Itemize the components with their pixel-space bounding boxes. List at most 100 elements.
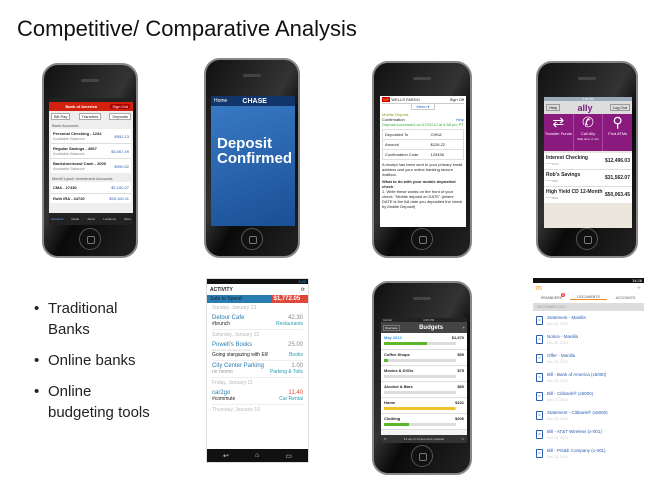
document-row[interactable]: c Bill - PG&E Company (x-001) Dec 23, 2013 bbox=[533, 444, 644, 463]
success-message: Deposit successful on 07/01/12 at 5:58 p… bbox=[382, 122, 464, 127]
budget-row[interactable]: May 2012 $1,670 bbox=[381, 333, 467, 350]
transfer-funds-tile[interactable]: ⇄ Transfer Funds bbox=[544, 114, 574, 151]
tab-reminders[interactable]: REMINDERS 8 bbox=[533, 292, 570, 300]
document-row[interactable]: c Statement - Manilla Dec 30, 2013 bbox=[533, 311, 644, 330]
document-icon: c bbox=[536, 392, 543, 401]
document-icon: c bbox=[536, 411, 543, 420]
slide-title: Competitive/ Comparative Analysis bbox=[17, 16, 357, 41]
refresh-icon[interactable]: ⟳ bbox=[301, 287, 305, 293]
transaction-row[interactable]: Powell's Books 25.00 spent from Anniversar… bbox=[212, 340, 303, 361]
account-row[interactable]: Regular Savings - 4567 Available Balance $… bbox=[51, 144, 131, 159]
budget-row[interactable]: Coffee Shops $59 bbox=[381, 350, 467, 366]
budgets-title: Budgets bbox=[419, 324, 444, 331]
bill-pay-button[interactable]: Bill Pay bbox=[51, 113, 71, 120]
deposit-confirmed-message: Deposit Confirmed bbox=[217, 135, 292, 167]
account-row[interactable]: Roth IRA - 44720 $33,100.11 bbox=[51, 194, 131, 203]
tab-deals[interactable]: Deals bbox=[72, 217, 80, 221]
section-label: Merrill Lynch Investment Accounts bbox=[52, 176, 113, 181]
bofa-screen: Bank of America Sign Out Bill Pay Transf… bbox=[49, 98, 133, 225]
budgets-screen: Carrier 4:45 PM Overview Budgets + May 20… bbox=[381, 318, 467, 443]
tab-locations[interactable]: Locations bbox=[103, 217, 116, 221]
tab-documents[interactable]: DOCUMENTS bbox=[570, 295, 607, 300]
sign-off-button[interactable]: Sign Off bbox=[450, 97, 464, 102]
account-row[interactable]: Personal Checking - 1234 Available Balanc… bbox=[51, 129, 131, 144]
document-row[interactable]: c Notice - Manilla Dec 30, 2013 bbox=[533, 330, 644, 349]
tab-accounts[interactable]: ACCOUNTS bbox=[607, 296, 644, 300]
chase-logo: CHASE bbox=[242, 97, 267, 105]
home-button[interactable]: Home bbox=[214, 98, 227, 104]
activity-screen: 3:22 ACTIVITY ⟳ Safe to Spend $1,772.05 S… bbox=[206, 278, 309, 463]
tab-accounts[interactable]: Accounts bbox=[51, 217, 63, 221]
account-row[interactable]: Interest Checking *****0123 $12,496.03 bbox=[544, 153, 632, 170]
tab-alerts[interactable]: Alerts bbox=[87, 217, 95, 221]
budget-row[interactable]: Movies & DVDs $75 bbox=[381, 366, 467, 382]
recent-apps-icon[interactable]: ▭ bbox=[285, 452, 292, 460]
budget-progress-bar bbox=[384, 375, 456, 378]
budget-progress-fill bbox=[384, 407, 455, 410]
menu-button[interactable]: Menu ▾ bbox=[411, 103, 435, 110]
document-row[interactable]: c Bill - AT&T Wireless (x-001) Dec 23, 201… bbox=[533, 425, 644, 444]
budget-progress-bar bbox=[384, 359, 456, 362]
budget-progress-fill bbox=[384, 342, 428, 345]
document-icon: c bbox=[536, 449, 543, 458]
transfers-button[interactable]: Transfers bbox=[78, 113, 102, 120]
budget-row[interactable]: Home $101 bbox=[381, 398, 467, 414]
section-header: DECEMBER 2013 bbox=[533, 303, 644, 311]
account-row[interactable]: BankAmericard Cash - 2000 Available Balan… bbox=[51, 159, 131, 173]
section-label: Bank Accounts bbox=[52, 123, 79, 128]
reminders-badge: 8 bbox=[561, 292, 565, 297]
overview-button[interactable]: Overview bbox=[383, 324, 400, 331]
back-icon[interactable]: ↩ bbox=[223, 452, 229, 460]
edit-icon[interactable]: ✎ bbox=[461, 437, 464, 441]
document-icon: c bbox=[536, 354, 543, 363]
add-icon[interactable]: + bbox=[637, 285, 641, 292]
document-row[interactable]: c Bill - Citibank® (x5000) Dec 23, 2013 bbox=[533, 387, 644, 406]
location-pin-icon: ⚲ bbox=[612, 114, 623, 130]
account-row[interactable]: High Yield CD 12-Month *****8901 $50,063.4… bbox=[544, 187, 632, 203]
budget-row[interactable]: Alcohol & Bars $80 bbox=[381, 382, 467, 398]
log-out-button[interactable]: Log Out bbox=[609, 104, 630, 111]
document-icon: c bbox=[536, 373, 543, 382]
document-row[interactable]: c Statement - Citibank® (x6000) Dec 23, 20… bbox=[533, 406, 644, 425]
budget-progress-bar bbox=[384, 342, 456, 345]
deposits-button[interactable]: Deposits bbox=[109, 113, 131, 120]
tab-more[interactable]: More bbox=[124, 217, 131, 221]
document-row[interactable]: c Bill - Bank of America (x5000) Dec 23, 2… bbox=[533, 368, 644, 387]
call-ally-tile[interactable]: ✆ Call Ally Wait time: 0 min bbox=[574, 114, 604, 151]
instruction-step: 1. Write these words on the front of you… bbox=[382, 189, 463, 209]
instructions-heading: What to do with your mobile deposited ch… bbox=[382, 179, 456, 189]
find-atms-tile[interactable]: ⚲ Find ATMs bbox=[603, 114, 632, 151]
help-button[interactable]: Help bbox=[546, 104, 561, 111]
phone-icon: ✆ bbox=[582, 114, 594, 130]
document-icon: c bbox=[536, 316, 543, 325]
transfer-icon: ⇄ bbox=[552, 114, 565, 130]
document-icon: c bbox=[536, 430, 543, 439]
manilla-screen: 14:26 m + REMINDERS 8 DOCUMENTS ACCOUNTS D… bbox=[533, 278, 644, 475]
bofa-logo: Bank of America bbox=[65, 104, 97, 109]
document-row[interactable]: c Offer - Manilla Dec 30, 2013 bbox=[533, 349, 644, 368]
phone-budgets: Carrier 4:45 PM Overview Budgets + May 20… bbox=[372, 281, 472, 475]
budget-row[interactable]: Clothing $206 bbox=[381, 414, 467, 430]
footer-status: 13 out of 14 accounts updated bbox=[403, 437, 445, 441]
bullet-item: Online banks bbox=[34, 350, 154, 371]
bullet-item: Online budgeting tools bbox=[34, 381, 154, 423]
budget-progress-bar bbox=[384, 407, 456, 410]
wells-screen: WF WELLS FARGO Sign Off Menu ▾ Mobile De… bbox=[380, 96, 466, 227]
account-row[interactable]: CMA - 27430 $2,100.27 bbox=[51, 182, 131, 194]
phone-chase: Home CHASE Deposit Confirmed bbox=[204, 58, 300, 258]
manilla-logo[interactable]: m bbox=[536, 285, 542, 292]
transaction-row[interactable]: car2go 11.40 #commute Car Rental bbox=[212, 388, 303, 405]
refresh-icon[interactable]: ⟳ bbox=[384, 437, 387, 441]
account-row[interactable]: Rob's Savings *****4567 $31,562.07 bbox=[544, 170, 632, 187]
receipt-text: A receipt has been sent to your primary … bbox=[382, 162, 463, 177]
bullet-list: Traditional Banks Online banks Online bu… bbox=[34, 298, 154, 433]
sign-out-button[interactable]: Sign Out bbox=[110, 104, 130, 109]
home-icon[interactable]: ⌂ bbox=[255, 452, 259, 459]
add-icon[interactable]: + bbox=[463, 325, 465, 330]
ally-screen: 5:05 PM Help ally Log Out ⇄ Transfer Fund… bbox=[544, 97, 632, 228]
transaction-row[interactable]: Detour Cafe 42.30 #brunch Restaurants bbox=[212, 313, 303, 330]
phone-ally: 5:05 PM Help ally Log Out ⇄ Transfer Fund… bbox=[536, 61, 638, 258]
ally-logo: ally bbox=[577, 102, 593, 113]
phone-bofa: Bank of America Sign Out Bill Pay Transf… bbox=[42, 63, 138, 258]
transaction-row[interactable]: City Center Parking 1.00 no memo Parking & … bbox=[212, 361, 303, 378]
